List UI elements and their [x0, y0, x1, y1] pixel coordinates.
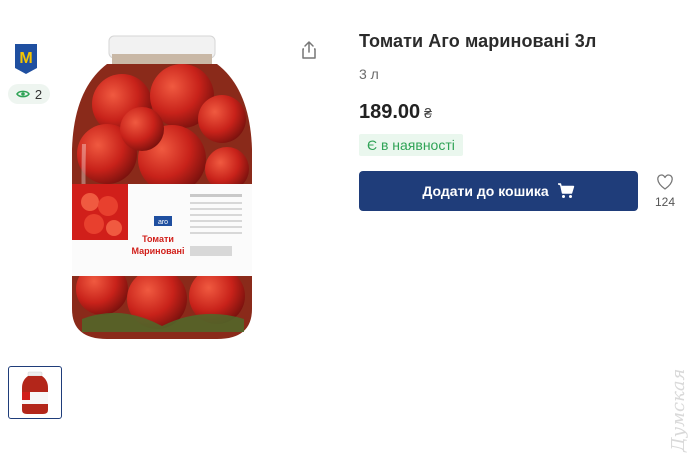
label-line-1: Томати — [142, 234, 174, 244]
add-to-cart-label: Додати до кошика — [422, 183, 549, 199]
availability-badge: Є в наявності — [359, 134, 463, 156]
store-logo[interactable]: M — [15, 44, 37, 74]
logo-letter: M — [19, 50, 32, 67]
label-line-2: Мариновані — [132, 246, 185, 256]
views-badge: 2 — [8, 84, 50, 104]
views-count: 2 — [34, 86, 43, 102]
heart-icon — [657, 174, 673, 190]
cart-icon — [557, 183, 574, 198]
price-value: 189.00 — [359, 101, 421, 123]
add-to-cart-button[interactable]: Додати до кошика — [359, 171, 638, 211]
store-logo-icon: M — [15, 44, 37, 74]
share-button[interactable] — [299, 40, 319, 60]
product-title: Томати Аго мариновані 3л — [359, 31, 597, 51]
watermark: Думская — [668, 368, 689, 452]
wishlist-count: 124 — [654, 195, 676, 209]
product-volume: 3 л — [359, 66, 379, 82]
share-icon — [302, 41, 316, 59]
label-brand: aro — [158, 219, 168, 226]
gallery-thumbnail[interactable] — [8, 366, 62, 419]
thumbnail-image — [22, 371, 48, 414]
wishlist-button[interactable] — [652, 174, 678, 195]
eye-icon — [15, 90, 30, 98]
price-currency: ₴ — [424, 105, 432, 121]
product-price: 189.00 ₴ — [359, 101, 432, 124]
product-main-image[interactable]: aro Томати Мариновані — [62, 34, 262, 342]
